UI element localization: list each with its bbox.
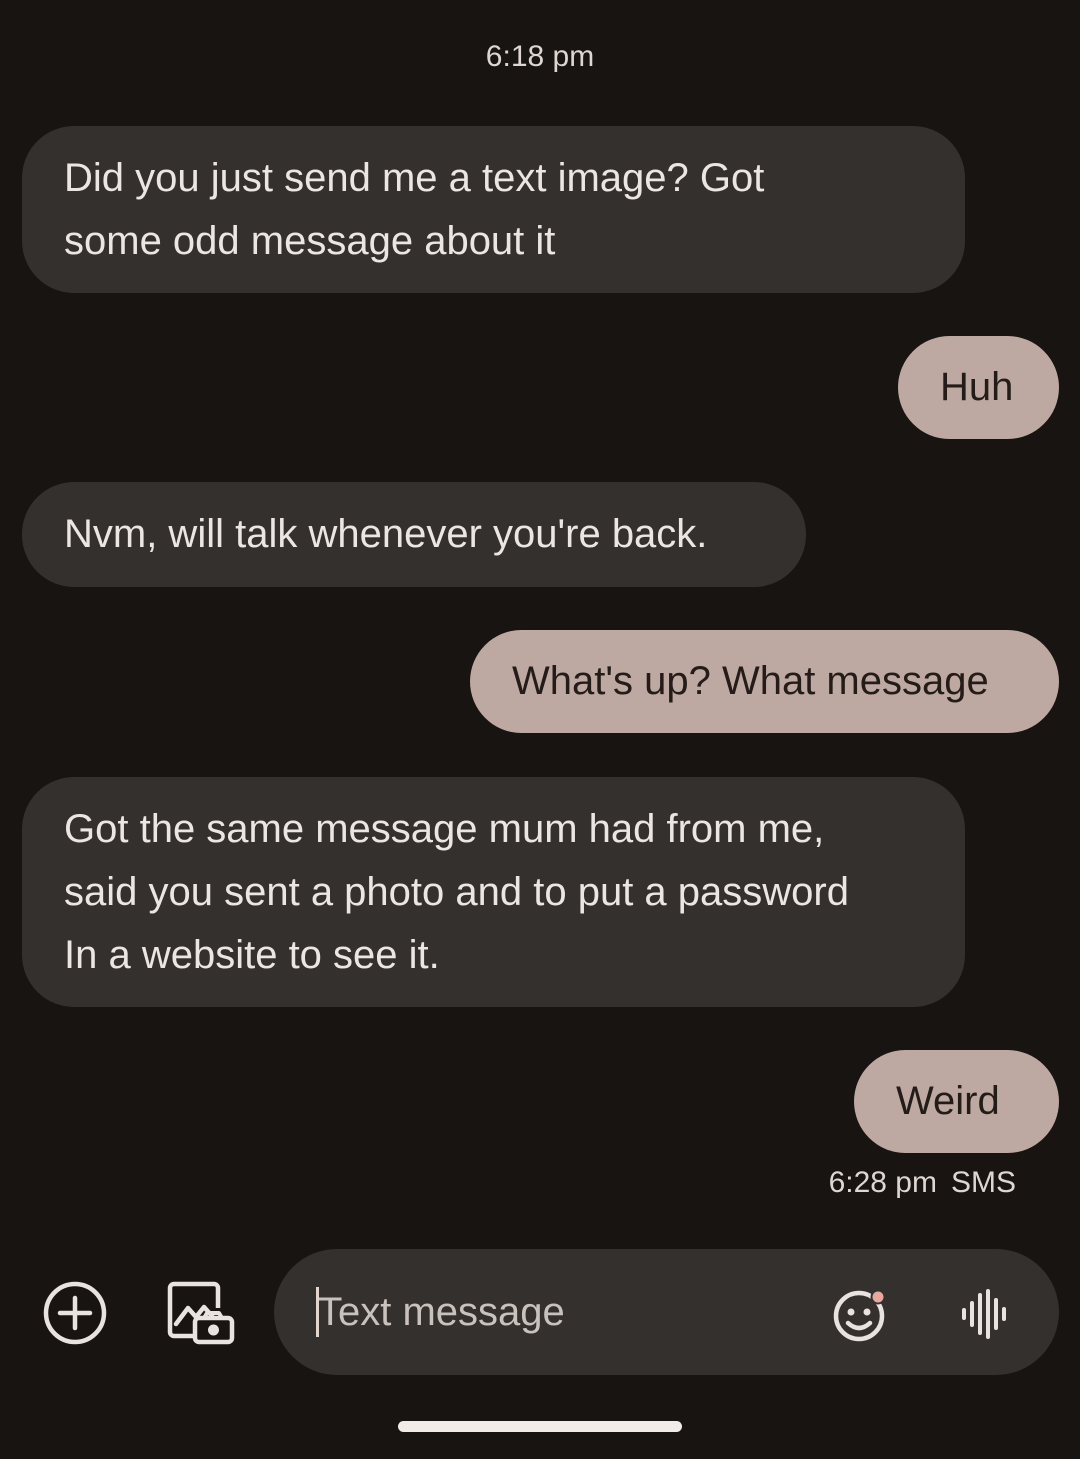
message-line: Did you just send me a text image? Got xyxy=(64,156,765,200)
message-line: said you sent a photo and to put a passw… xyxy=(64,870,849,914)
message-type: SMS xyxy=(950,1166,1016,1199)
message-composer[interactable] xyxy=(274,1249,1059,1375)
message-line: Got the same message mum had from me, xyxy=(64,807,825,851)
message-bubble-incoming[interactable]: Got the same message mum had from me, sa… xyxy=(22,777,965,1007)
message-bubble-outgoing[interactable]: What's up? What message xyxy=(470,630,1059,733)
message-line: Weird xyxy=(896,1079,1000,1123)
message-line: some odd message about it xyxy=(64,219,556,263)
message-bubble-outgoing[interactable]: Huh xyxy=(898,336,1059,439)
gallery-camera-icon[interactable] xyxy=(166,1280,236,1346)
voice-waveform-icon[interactable] xyxy=(958,1287,1012,1341)
add-circle-icon[interactable] xyxy=(42,1280,108,1346)
message-line: Huh xyxy=(940,365,1014,409)
text-cursor xyxy=(316,1287,319,1337)
message-line: What's up? What message xyxy=(512,659,989,703)
message-meta: 6:28 pm SMS xyxy=(829,1166,1016,1200)
message-input[interactable] xyxy=(318,1279,798,1345)
message-line: Nvm, will talk whenever you're back. xyxy=(64,512,708,556)
message-bubble-incoming[interactable]: Nvm, will talk whenever you're back. xyxy=(22,482,806,587)
message-time: 6:28 pm xyxy=(828,1166,937,1199)
message-bubble-incoming[interactable]: Did you just send me a text image? Got s… xyxy=(22,126,965,293)
home-indicator[interactable] xyxy=(398,1421,682,1432)
conversation-timestamp: 6:18 pm xyxy=(485,40,595,73)
emoji-icon[interactable] xyxy=(830,1285,890,1345)
message-line: In a website to see it. xyxy=(64,933,440,977)
message-bubble-outgoing[interactable]: Weird xyxy=(854,1050,1059,1153)
